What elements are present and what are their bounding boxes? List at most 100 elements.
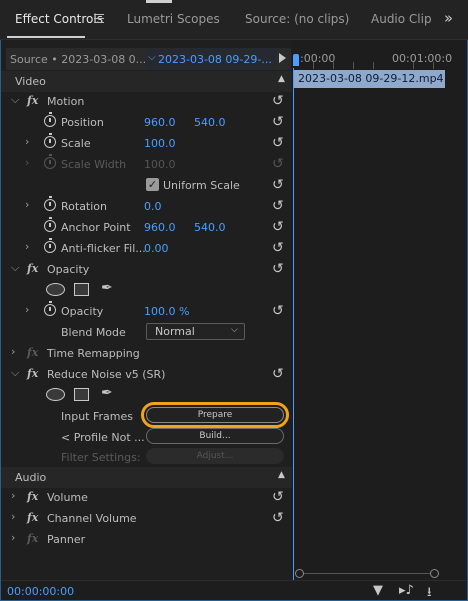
- ellipse-mask-icon[interactable]: [46, 283, 65, 296]
- play-triangle-icon[interactable]: [279, 53, 286, 63]
- tab-lumetri-scopes[interactable]: Lumetri Scopes: [127, 12, 220, 26]
- reset-parameter-icon[interactable]: ↺: [272, 240, 284, 256]
- param-opacity: › Opacity 100.0 % ↺: [1, 301, 292, 322]
- playhead-line[interactable]: [293, 68, 294, 580]
- effect-volume[interactable]: › fx Volume ↺: [1, 487, 292, 508]
- stopwatch-icon[interactable]: [44, 133, 56, 148]
- build-button[interactable]: Build...: [146, 428, 284, 444]
- position-y-value[interactable]: 540.0: [194, 116, 226, 129]
- audio-only-icon[interactable]: ▸♪: [399, 583, 414, 598]
- filter-icon[interactable]: ▼: [373, 583, 383, 598]
- effect-time-remapping[interactable]: › fx Time Remapping: [1, 343, 292, 364]
- fx-icon: fx: [27, 532, 39, 545]
- export-icon[interactable]: ⭳: [427, 583, 432, 601]
- playhead-handle[interactable]: [293, 54, 299, 66]
- uniform-scale-checkbox[interactable]: ✓: [146, 178, 159, 191]
- opacity-value[interactable]: 100.0 %: [144, 305, 189, 318]
- chevron-right-icon[interactable]: ›: [11, 531, 15, 544]
- scroll-start-handle[interactable]: [295, 569, 304, 578]
- effect-name: Panner: [47, 533, 86, 546]
- fx-icon[interactable]: fx: [27, 511, 38, 524]
- chevron-down-icon[interactable]: ⌵: [11, 261, 19, 275]
- reset-parameter-icon[interactable]: ↺: [272, 489, 284, 505]
- stopwatch-icon[interactable]: [44, 112, 56, 127]
- pen-mask-icon[interactable]: ✒: [101, 385, 113, 401]
- current-timecode[interactable]: 00:00:00:00: [7, 585, 74, 598]
- chevron-right-icon[interactable]: ›: [11, 510, 15, 523]
- double-chevron-right-icon[interactable]: ››: [444, 9, 453, 27]
- stopwatch-icon[interactable]: [44, 217, 56, 232]
- fx-icon[interactable]: fx: [27, 490, 38, 503]
- prepare-button[interactable]: Prepare: [141, 402, 289, 428]
- chevron-right-icon[interactable]: ›: [11, 345, 15, 358]
- collapse-caret-icon[interactable]: ▲: [278, 74, 285, 84]
- tab-audio-clip[interactable]: Audio Clip: [371, 12, 432, 26]
- chevron-right-icon[interactable]: ›: [25, 240, 29, 253]
- anchor-y-value[interactable]: 540.0: [194, 221, 226, 234]
- rectangle-mask-icon[interactable]: [74, 388, 89, 401]
- checkbox-label: Uniform Scale: [163, 179, 240, 192]
- chevron-right-icon[interactable]: ›: [25, 303, 29, 316]
- fx-icon[interactable]: fx: [27, 262, 38, 275]
- rectangle-mask-icon[interactable]: [74, 283, 89, 296]
- reset-parameter-icon[interactable]: ↺: [272, 114, 284, 130]
- effect-channel-volume[interactable]: › fx Channel Volume ↺: [1, 508, 292, 529]
- param-anti-flicker: › Anti-flicker Fil... 0.00 ↺: [1, 238, 292, 259]
- effect-reduce-noise[interactable]: ⌵ fx Reduce Noise v5 (SR) ↺: [1, 364, 292, 385]
- chevron-right-icon[interactable]: ›: [25, 198, 29, 211]
- timeline-clip[interactable]: 2023-03-08 09-29-12.mp4: [294, 70, 445, 88]
- reset-parameter-icon[interactable]: ↺: [272, 510, 284, 526]
- reset-parameter-icon[interactable]: ↺: [272, 366, 284, 382]
- scroll-end-handle[interactable]: [430, 569, 439, 578]
- reset-parameter-icon[interactable]: ↺: [272, 198, 284, 214]
- fx-icon[interactable]: fx: [27, 367, 38, 380]
- param-label: Position: [61, 116, 104, 129]
- ellipse-mask-icon[interactable]: [46, 388, 65, 401]
- chevron-right-icon[interactable]: ›: [11, 489, 15, 502]
- effect-motion[interactable]: ⌵ fx Motion ↺: [1, 91, 292, 112]
- scale-value[interactable]: 100.0: [144, 137, 176, 150]
- timeline-start-time: :00:00: [300, 52, 336, 65]
- reset-parameter-icon[interactable]: ↺: [272, 135, 284, 151]
- fx-icon[interactable]: fx: [27, 94, 38, 107]
- source-selector[interactable]: Source • 2023-03-08 0...: [10, 53, 146, 66]
- effect-opacity[interactable]: ⌵ fx Opacity ↺: [1, 259, 292, 280]
- chevron-down-icon[interactable]: ⌵: [148, 52, 156, 63]
- ruler-tick: [313, 62, 314, 69]
- rotation-value[interactable]: 0.0: [144, 200, 162, 213]
- clip-name: 2023-03-08 09-29-12.mp4: [298, 72, 444, 85]
- param-anchor-point: Anchor Point 960.0 540.0 ↺: [1, 217, 292, 238]
- pen-mask-icon[interactable]: ✒: [101, 280, 113, 296]
- anti-flicker-value[interactable]: 0.00: [144, 242, 169, 255]
- param-blend-mode: Blend Mode Normal ⌵: [1, 322, 292, 343]
- param-scale-width: › Scale Width 100.0 ↺: [1, 154, 292, 175]
- timeline-zoom-scrollbar[interactable]: [295, 568, 442, 579]
- reset-parameter-icon[interactable]: ↺: [272, 219, 284, 235]
- effect-panner[interactable]: › fx Panner: [1, 529, 292, 550]
- blend-mode-select[interactable]: Normal ⌵: [146, 323, 245, 340]
- collapse-caret-icon[interactable]: ▲: [278, 470, 285, 480]
- tab-effect-controls[interactable]: Effect Controls: [15, 12, 103, 26]
- reset-parameter-icon[interactable]: ↺: [272, 93, 284, 109]
- stopwatch-icon[interactable]: [44, 196, 56, 211]
- reset-parameter-icon[interactable]: ↺: [272, 261, 284, 277]
- param-label: Filter Settings:: [61, 451, 141, 464]
- hamburger-menu-icon[interactable]: [94, 14, 104, 23]
- chevron-down-icon[interactable]: ⌵: [11, 93, 19, 107]
- position-x-value[interactable]: 960.0: [144, 116, 176, 129]
- param-input-frames: Input Frames Prepare: [1, 402, 292, 428]
- reset-parameter-icon[interactable]: ↺: [272, 177, 284, 193]
- clip-selector[interactable]: 2023-03-08 09-29-...: [158, 53, 272, 66]
- ruler-tick: [353, 62, 354, 69]
- stopwatch-icon[interactable]: [44, 301, 56, 316]
- anchor-x-value[interactable]: 960.0: [144, 221, 176, 234]
- param-uniform-scale: ✓ Uniform Scale ↺: [1, 175, 292, 196]
- reset-parameter-icon[interactable]: ↺: [272, 303, 284, 319]
- source-bar: Source • 2023-03-08 0... ⌵ 2023-03-08 09…: [6, 48, 291, 70]
- chevron-right-icon[interactable]: ›: [25, 135, 29, 148]
- stopwatch-icon[interactable]: [44, 238, 56, 253]
- chevron-down-icon[interactable]: ⌵: [11, 366, 19, 380]
- bottom-bar: 00:00:00:00 ▼ ▸♪ ⭳: [1, 580, 467, 600]
- scroll-track[interactable]: [301, 573, 435, 574]
- tab-source[interactable]: Source: (no clips): [245, 12, 349, 26]
